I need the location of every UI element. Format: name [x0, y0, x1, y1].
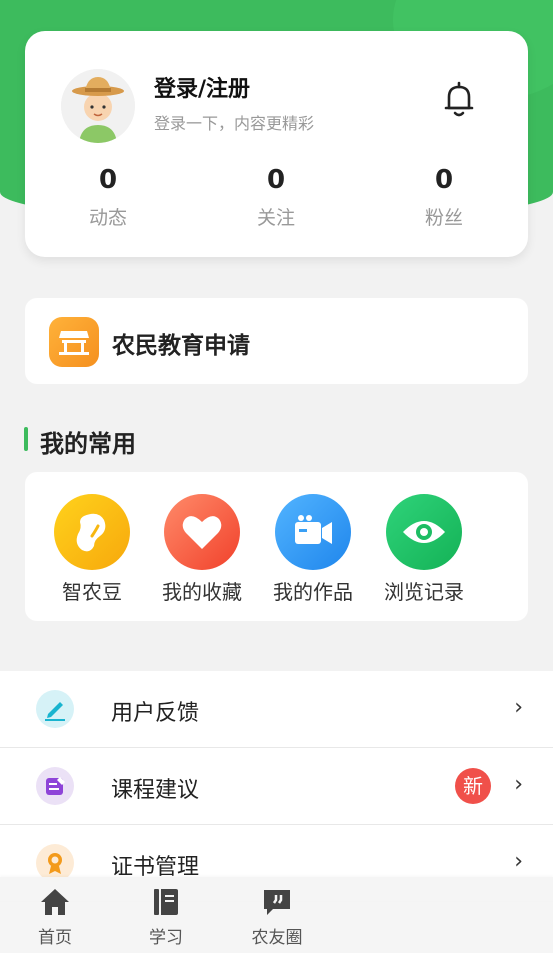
new-badge: 新 [455, 768, 491, 804]
menu-label: 用户反馈 [111, 701, 200, 726]
chevron-right-icon: › [514, 772, 523, 797]
education-label: 农民教育申请 [112, 333, 250, 359]
stat-value: 0 [266, 165, 286, 195]
chat-quote-icon [264, 890, 290, 915]
nav-home[interactable]: 首页 [15, 887, 95, 948]
avatar[interactable] [61, 69, 135, 143]
eye-icon [386, 494, 462, 570]
settings-list: 用户反馈 › 课程建议 新 › 证书管理 › [0, 671, 553, 902]
fav-item-history[interactable]: 浏览记录 [369, 494, 479, 605]
stat-value: 0 [98, 165, 118, 195]
stat-value: 0 [434, 165, 454, 195]
bell-icon[interactable] [443, 81, 475, 119]
edit-note-icon [36, 767, 74, 805]
nav-label: 农友圈 [251, 928, 303, 948]
fav-item-collection[interactable]: 我的收藏 [147, 494, 257, 605]
section-title: 我的常用 [40, 430, 136, 458]
bottom-navigation: 首页 学习 农友圈 [0, 877, 553, 953]
favorites-card: 智农豆 我的收藏 我的作品 浏览记录 [25, 472, 528, 621]
pen-icon [36, 690, 74, 728]
nav-label: 首页 [38, 928, 72, 948]
nav-farmer-circle[interactable]: 农友圈 [237, 887, 317, 948]
market-stall-icon [49, 317, 99, 367]
profile-card: 登录/注册 登录一下，内容更精彩 0 动态 0 关注 0 粉丝 [25, 31, 528, 257]
stat-posts[interactable]: 0 动态 [53, 165, 163, 230]
fav-label: 我的作品 [273, 580, 353, 604]
nav-label: 学习 [149, 928, 183, 948]
fav-label: 浏览记录 [384, 580, 464, 604]
menu-item-course-suggestion[interactable]: 课程建议 新 › [0, 748, 553, 825]
stat-label: 动态 [88, 207, 127, 229]
stat-followers[interactable]: 0 粉丝 [389, 165, 499, 230]
menu-item-feedback[interactable]: 用户反馈 › [0, 671, 553, 748]
login-subtitle: 登录一下，内容更精彩 [154, 114, 315, 133]
stat-label: 粉丝 [424, 207, 463, 229]
stat-label: 关注 [256, 207, 295, 229]
bean-icon [54, 494, 130, 570]
book-icon [154, 889, 178, 915]
heart-icon [164, 494, 240, 570]
fav-item-works[interactable]: 我的作品 [258, 494, 368, 605]
fav-label: 我的收藏 [162, 580, 242, 604]
home-icon [41, 889, 69, 915]
chevron-right-icon: › [514, 695, 523, 720]
farmer-education-application[interactable]: 农民教育申请 [25, 298, 528, 384]
nav-study[interactable]: 学习 [126, 887, 206, 948]
login-register-title[interactable]: 登录/注册 [154, 71, 250, 103]
stat-following[interactable]: 0 关注 [221, 165, 331, 230]
chevron-right-icon: › [514, 849, 523, 874]
menu-label: 课程建议 [111, 778, 200, 803]
section-accent-bar [24, 427, 28, 451]
video-camera-icon [275, 494, 351, 570]
fav-item-beans[interactable]: 智农豆 [37, 494, 147, 605]
fav-label: 智农豆 [62, 580, 122, 604]
